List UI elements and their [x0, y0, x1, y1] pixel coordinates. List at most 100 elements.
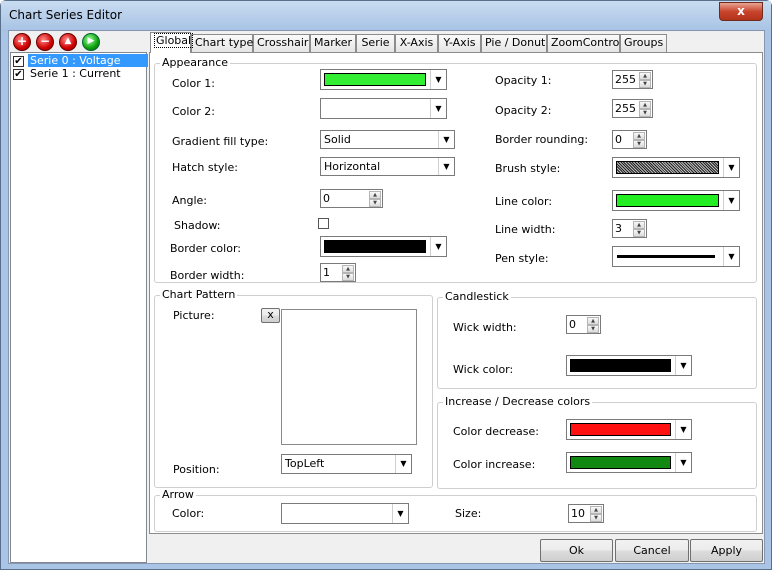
color-increase-picker[interactable]: ▼ [566, 452, 692, 473]
color2-picker[interactable]: ▼ [320, 98, 447, 119]
close-button[interactable]: x [719, 2, 763, 21]
spin-up-icon[interactable]: ▲ [639, 72, 651, 80]
line-color-picker[interactable]: ▼ [612, 190, 740, 211]
clear-picture-button[interactable]: x [261, 308, 280, 323]
color2-label: Color 2: [172, 105, 215, 118]
color-decrease-swatch [570, 423, 671, 436]
move-up-button[interactable]: ▲ [59, 33, 77, 51]
color-increase-label: Color increase: [453, 458, 536, 471]
spin-down-icon[interactable]: ▼ [590, 514, 602, 522]
wick-color-picker[interactable]: ▼ [566, 355, 692, 376]
color1-picker[interactable]: ▼ [320, 69, 447, 90]
chevron-down-icon[interactable]: ▼ [675, 453, 691, 472]
opacity2-spinner[interactable]: 255 ▲ ▼ [612, 99, 653, 118]
tab-global[interactable]: Global [150, 32, 194, 53]
chevron-down-icon[interactable]: ▼ [438, 131, 454, 148]
picture-label: Picture: [173, 309, 215, 322]
appearance-group: Appearance Color 1: ▼ Color 2: ▼ Gradien… [154, 56, 757, 283]
increase-decrease-group: Increase / Decrease colors Color decreas… [437, 395, 757, 489]
wick-width-value: 0 [569, 318, 576, 331]
chevron-down-icon[interactable]: ▼ [723, 247, 739, 266]
spin-down-icon[interactable]: ▼ [369, 199, 381, 207]
series-label: Serie 1 : Current [30, 67, 121, 80]
gradient-fill-value: Solid [324, 133, 351, 146]
series-toolbar: + − ▲ ▶ [10, 32, 146, 52]
pen-style-select[interactable]: ▼ [612, 246, 740, 267]
position-label: Position: [173, 463, 220, 476]
series-checkbox[interactable]: ✔ [13, 56, 24, 67]
chevron-down-icon[interactable]: ▼ [395, 455, 411, 473]
chevron-down-icon[interactable]: ▼ [430, 237, 446, 256]
gradient-fill-select[interactable]: Solid ▼ [320, 130, 455, 149]
series-list[interactable]: ✔ Serie 0 : Voltage ✔ Serie 1 : Current [10, 52, 148, 563]
tab-crosshair[interactable]: Crosshair [253, 34, 310, 52]
chevron-down-icon[interactable]: ▼ [723, 191, 739, 210]
pen-style-label: Pen style: [495, 252, 549, 265]
wick-width-spinner[interactable]: 0 ▲ ▼ [566, 315, 601, 334]
position-select[interactable]: TopLeft ▼ [281, 454, 412, 474]
border-rounding-spinner[interactable]: 0 ▲ ▼ [612, 130, 647, 149]
spin-down-icon[interactable]: ▼ [639, 80, 651, 88]
line-width-spinner[interactable]: 3 ▲ ▼ [612, 219, 647, 238]
tab-page-global: Appearance Color 1: ▼ Color 2: ▼ Gradien… [149, 52, 763, 534]
group-title: Increase / Decrease colors [443, 395, 593, 408]
hatch-style-select[interactable]: Horizontal ▼ [320, 157, 455, 176]
title-bar[interactable]: Chart Series Editor x [1, 1, 771, 31]
color-decrease-picker[interactable]: ▼ [566, 419, 692, 440]
border-rounding-value: 0 [615, 133, 622, 146]
border-rounding-label: Border rounding: [495, 133, 589, 146]
spin-up-icon[interactable]: ▲ [633, 132, 645, 140]
spin-down-icon[interactable]: ▼ [639, 109, 651, 117]
tab-pie-donut[interactable]: Pie / Donut [481, 34, 547, 52]
apply-button[interactable]: Apply [690, 539, 763, 562]
spin-down-icon[interactable]: ▼ [342, 273, 354, 281]
opacity1-spinner[interactable]: 255 ▲ ▼ [612, 70, 653, 89]
picture-preview[interactable] [281, 309, 417, 445]
chevron-down-icon[interactable]: ▼ [430, 99, 446, 118]
wick-width-label: Wick width: [453, 321, 517, 334]
tab-marker[interactable]: Marker [310, 34, 356, 52]
tab-y-axis[interactable]: Y-Axis [438, 34, 481, 52]
cancel-button[interactable]: Cancel [615, 539, 689, 562]
border-width-value: 1 [323, 266, 330, 279]
tab-zoomcontrol[interactable]: ZoomControl [547, 34, 622, 52]
spin-down-icon[interactable]: ▼ [587, 325, 599, 333]
chevron-down-icon[interactable]: ▼ [723, 158, 739, 177]
spin-down-icon[interactable]: ▼ [633, 140, 645, 148]
spin-up-icon[interactable]: ▲ [590, 506, 602, 514]
chevron-down-icon[interactable]: ▼ [675, 356, 691, 375]
tab-chart-type[interactable]: Chart type [191, 34, 253, 52]
series-item[interactable]: ✔ Serie 1 : Current [13, 67, 145, 81]
series-checkbox[interactable]: ✔ [13, 69, 24, 80]
color1-swatch [324, 73, 426, 86]
add-series-button[interactable]: + [13, 33, 31, 51]
move-down-button[interactable]: ▶ [82, 33, 100, 51]
border-width-spinner[interactable]: 1 ▲ ▼ [320, 263, 356, 282]
tab-x-axis[interactable]: X-Axis [395, 34, 438, 52]
brush-style-select[interactable]: ▼ [612, 157, 740, 178]
arrow-size-value: 10 [571, 507, 585, 520]
chevron-down-icon[interactable]: ▼ [430, 70, 446, 89]
spin-up-icon[interactable]: ▲ [587, 317, 599, 325]
spin-up-icon[interactable]: ▲ [342, 265, 354, 273]
arrow-size-spinner[interactable]: 10 ▲ ▼ [568, 504, 604, 523]
spin-up-icon[interactable]: ▲ [639, 101, 651, 109]
arrow-color-picker[interactable]: ▼ [281, 503, 409, 524]
group-title: Arrow [160, 488, 196, 501]
shadow-checkbox[interactable] [318, 218, 329, 229]
chevron-down-icon[interactable]: ▼ [438, 158, 454, 175]
border-color-picker[interactable]: ▼ [320, 236, 447, 257]
angle-spinner[interactable]: 0 ▲ ▼ [320, 189, 383, 208]
tab-groups[interactable]: Groups [620, 34, 667, 52]
minus-icon: − [39, 34, 51, 48]
spin-up-icon[interactable]: ▲ [633, 221, 645, 229]
border-color-label: Border color: [170, 242, 241, 255]
ok-button[interactable]: Ok [540, 539, 613, 562]
remove-series-button[interactable]: − [36, 33, 54, 51]
chevron-down-icon[interactable]: ▼ [675, 420, 691, 439]
spin-up-icon[interactable]: ▲ [369, 191, 381, 199]
chevron-down-icon[interactable]: ▼ [392, 504, 408, 523]
spin-down-icon[interactable]: ▼ [633, 229, 645, 237]
border-color-swatch [324, 240, 426, 253]
tab-serie[interactable]: Serie [356, 34, 395, 52]
